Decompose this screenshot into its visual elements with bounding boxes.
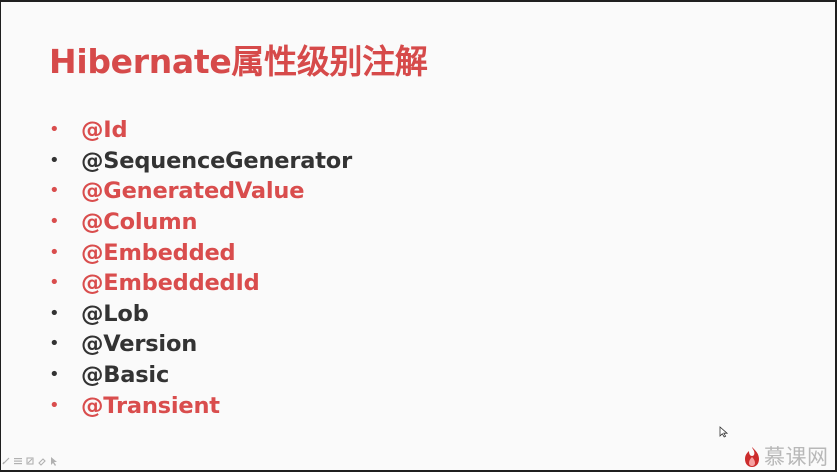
annotation-item: • @Column bbox=[47, 207, 352, 238]
annotation-item: • @Id bbox=[47, 115, 352, 146]
annotation-item: • @SequenceGenerator bbox=[47, 146, 352, 177]
bullet-dot: • bbox=[49, 394, 60, 416]
annotation-item: • @Version bbox=[47, 329, 352, 360]
mouse-cursor-icon bbox=[719, 423, 729, 438]
annotation-item: • @EmbeddedId bbox=[47, 268, 352, 299]
logo-text: 慕课网 bbox=[764, 445, 829, 469]
presentation-toolbar bbox=[1, 456, 59, 466]
flame-logo-icon bbox=[743, 446, 761, 468]
bullet-dot: • bbox=[49, 302, 60, 324]
annotation-list: • @Id • @SequenceGenerator • @GeneratedV… bbox=[47, 115, 352, 421]
annotation-label: @Embedded bbox=[81, 239, 236, 266]
bullet-dot: • bbox=[49, 149, 60, 171]
bullet-dot: • bbox=[49, 272, 60, 294]
annotation-item: • @Embedded bbox=[47, 237, 352, 268]
bullet-dot: • bbox=[49, 211, 60, 233]
annotation-item: • @Lob bbox=[47, 299, 352, 330]
brand-logo: 慕课网 bbox=[743, 446, 829, 468]
annotation-label: @Transient bbox=[81, 392, 220, 419]
annotation-label: @Basic bbox=[81, 362, 170, 389]
pointer-icon[interactable] bbox=[49, 456, 59, 466]
bullet-dot: • bbox=[49, 364, 60, 386]
annotation-label: @GeneratedValue bbox=[81, 178, 305, 205]
bullet-dot: • bbox=[49, 119, 60, 141]
annotation-label: @Version bbox=[81, 331, 198, 358]
annotation-item: • @Basic bbox=[47, 360, 352, 391]
bullet-dot: • bbox=[49, 180, 60, 202]
edit-icon[interactable] bbox=[25, 456, 35, 466]
slide: Hibernate属性级别注解 • @Id • @SequenceGenerat… bbox=[1, 2, 835, 470]
pen-icon[interactable] bbox=[1, 456, 11, 466]
annotation-item: • @Transient bbox=[47, 390, 352, 421]
eraser-icon[interactable] bbox=[37, 456, 47, 466]
annotation-item: • @GeneratedValue bbox=[47, 176, 352, 207]
bullet-dot: • bbox=[49, 241, 60, 263]
menu-icon[interactable] bbox=[13, 456, 23, 466]
bullet-dot: • bbox=[49, 333, 60, 355]
annotation-label: @Column bbox=[81, 209, 198, 236]
slide-title: Hibernate属性级别注解 bbox=[49, 42, 428, 81]
annotation-label: @Lob bbox=[81, 300, 149, 327]
presentation-frame: Hibernate属性级别注解 • @Id • @SequenceGenerat… bbox=[0, 0, 837, 472]
annotation-label: @Id bbox=[81, 117, 128, 144]
annotation-label: @EmbeddedId bbox=[81, 270, 260, 297]
annotation-label: @SequenceGenerator bbox=[81, 147, 352, 174]
